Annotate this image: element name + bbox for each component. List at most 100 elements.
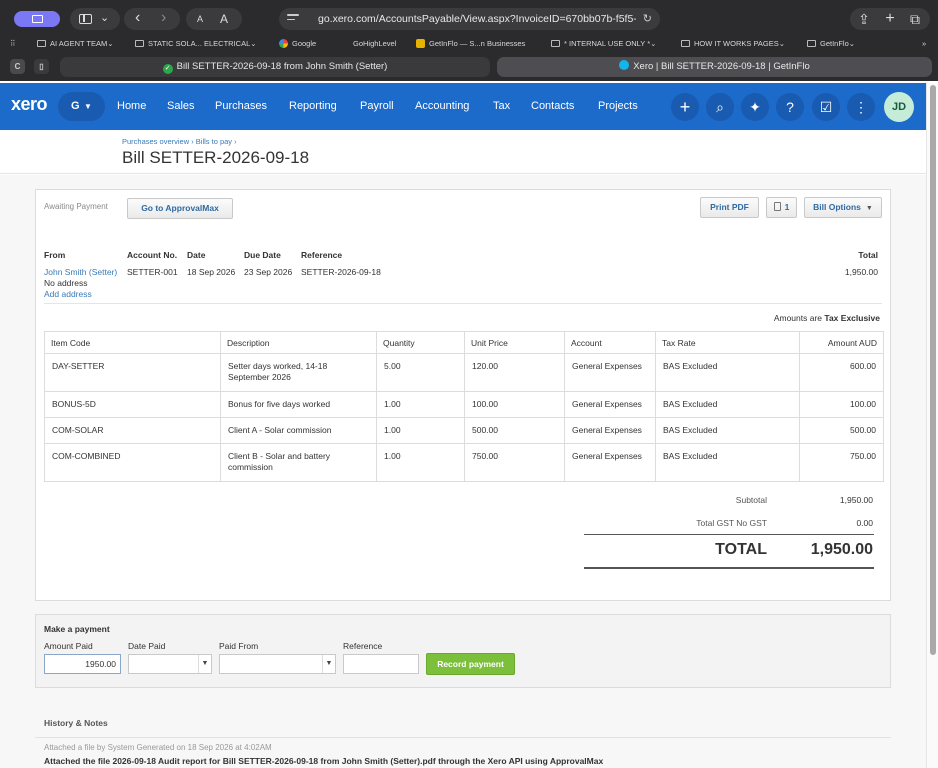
bookmark-internal-use[interactable]: * INTERNAL USE ONLY *⌄: [551, 37, 656, 51]
nav-tax[interactable]: Tax: [493, 83, 510, 130]
col-item-code: Item Code: [44, 331, 221, 354]
bookmark-gohighlevel[interactable]: GoHighLevel: [353, 37, 396, 51]
page-scrollbar[interactable]: [926, 83, 938, 768]
url-text: go.xero.com/AccountsPayable/View.aspx?In…: [318, 13, 636, 25]
tab-strip: C ▯ ✓ Bill SETTER-2026-09-18 from John Sm…: [0, 53, 938, 81]
address-bar[interactable]: go.xero.com/AccountsPayable/View.aspx?In…: [279, 8, 660, 30]
tab-bill-email[interactable]: ✓ Bill SETTER-2026-09-18 from John Smith …: [60, 57, 490, 77]
search-icon[interactable]: ⌕: [706, 93, 734, 121]
bookmarks-overflow-icon[interactable]: »: [922, 37, 926, 51]
screen-share-indicator[interactable]: [14, 11, 60, 27]
date-header: Date: [187, 250, 206, 260]
new-tab-icon[interactable]: +: [878, 8, 902, 30]
reload-icon[interactable]: ↻: [643, 8, 652, 30]
table-row: BONUS-5D Bonus for five days worked 1.00…: [44, 390, 884, 419]
nav-payroll[interactable]: Payroll: [360, 83, 394, 130]
bookmark-static-sola[interactable]: STATIC SOLA... ELECTRICAL⌄: [135, 37, 257, 51]
due-date-header: Due Date: [244, 250, 281, 260]
bookmark-label: GetInFlo: [820, 39, 849, 48]
more-options-icon[interactable]: ⋮: [847, 93, 875, 121]
unit-price-cell: 100.00: [464, 390, 565, 419]
tax-rate-cell: BAS Excluded: [655, 353, 800, 392]
sidebar-toggle-button[interactable]: ⌄: [70, 8, 120, 30]
col-description: Description: [220, 331, 377, 354]
tab-lock-icon[interactable]: ▯: [34, 59, 49, 74]
nav-accounting[interactable]: Accounting: [415, 83, 469, 130]
back-button[interactable]: ‹: [135, 7, 140, 29]
getinflo-icon: [416, 39, 425, 48]
nav-sales[interactable]: Sales: [167, 83, 195, 130]
payment-panel: Make a payment Amount Paid Date Paid Pai…: [35, 614, 891, 688]
copies-count: 1: [784, 202, 790, 212]
apps-grid-icon[interactable]: ⠿: [10, 37, 16, 51]
nav-home[interactable]: Home: [117, 83, 146, 130]
help-icon[interactable]: ?: [776, 93, 804, 121]
nav-reporting[interactable]: Reporting: [289, 83, 337, 130]
bookmark-getinflo-businesses[interactable]: GetInFlo — S...n Businesses: [416, 37, 525, 51]
chevron-down-icon: ⌄: [100, 12, 110, 24]
org-initial: G: [71, 100, 80, 112]
reference-header: Reference: [301, 250, 343, 260]
payment-reference-input[interactable]: [343, 654, 419, 674]
notes-icon[interactable]: ☑: [812, 93, 840, 121]
bookmark-google[interactable]: Google: [279, 37, 316, 51]
bookmark-getinflo[interactable]: GetInFlo⌄: [807, 37, 855, 51]
col-account: Account: [564, 331, 656, 354]
xero-logo[interactable]: xero: [11, 94, 48, 115]
copies-button[interactable]: 1: [766, 197, 797, 218]
user-avatar[interactable]: JD: [884, 92, 914, 122]
amount-paid-input[interactable]: 1950.00: [44, 654, 121, 674]
scrollbar-thumb[interactable]: [930, 85, 936, 655]
xero-favicon-icon: [619, 60, 630, 70]
nav-purchases[interactable]: Purchases: [215, 83, 267, 130]
create-new-icon[interactable]: +: [671, 93, 699, 121]
page-settings-icon[interactable]: [287, 14, 299, 24]
account-no-value: SETTER-001: [127, 267, 178, 277]
increase-font-button[interactable]: A: [220, 8, 228, 30]
col-amount: Amount AUD: [799, 331, 884, 354]
tab-overview-icon[interactable]: ⧉: [903, 8, 927, 30]
decrease-font-button[interactable]: A: [197, 8, 203, 30]
nav-projects[interactable]: Projects: [598, 83, 638, 130]
unit-price-cell: 500.00: [464, 417, 565, 445]
record-payment-button[interactable]: Record payment: [426, 653, 515, 675]
ai-assistant-icon[interactable]: ✦: [741, 93, 769, 121]
copy-icon: [773, 202, 781, 211]
col-tax-rate: Tax Rate: [655, 331, 800, 354]
folder-icon: [807, 40, 816, 47]
bookmark-how-it-works[interactable]: HOW IT WORKS PAGES⌄: [681, 37, 785, 51]
tax-rate-cell: BAS Excluded: [655, 417, 800, 445]
dropdown-arrow-icon[interactable]: ▼: [198, 655, 211, 673]
forward-button[interactable]: ›: [161, 7, 166, 29]
description-cell: Setter days worked, 14-18 September 2026: [220, 353, 377, 392]
subtotal-label: Subtotal: [735, 495, 767, 505]
add-address-link[interactable]: Add address: [44, 289, 92, 299]
payment-reference-label: Reference: [343, 641, 383, 651]
bookmark-ai-agent-team[interactable]: AI AGENT TEAM⌄: [37, 37, 114, 51]
bookmark-label: GetInFlo — S...n Businesses: [429, 39, 526, 48]
nav-contacts[interactable]: Contacts: [531, 83, 574, 130]
caret-down-icon: ▼: [865, 205, 873, 212]
print-pdf-button[interactable]: Print PDF: [700, 197, 759, 218]
quantity-cell: 5.00: [376, 353, 465, 392]
share-icon[interactable]: ⇪: [852, 8, 876, 30]
tax-mode-value: Tax Exclusive: [824, 313, 880, 323]
bill-options-button[interactable]: Bill Options ▼: [804, 197, 882, 218]
tab-xero-bill[interactable]: Xero | Bill SETTER-2026-09-18 | GetInFlo: [497, 57, 932, 77]
no-address-text: No address: [44, 278, 88, 288]
subtotal-value: 1,950.00: [839, 495, 873, 505]
dropdown-arrow-icon[interactable]: ▼: [322, 655, 335, 673]
approvalmax-button[interactable]: Go to ApprovalMax: [127, 198, 233, 219]
total-bottom-rule: [584, 567, 874, 569]
tab-group-badge[interactable]: C: [10, 59, 25, 74]
item-code-cell: COM-COMBINED: [44, 443, 221, 483]
amount-cell: 600.00: [799, 353, 884, 392]
org-switcher-button[interactable]: G ▼: [58, 92, 105, 121]
paid-from-select[interactable]: ▼: [219, 654, 336, 674]
history-nav-group: ‹ ›: [124, 8, 180, 30]
breadcrumb[interactable]: Purchases overview › Bills to pay ›: [122, 137, 237, 146]
folder-icon: [135, 40, 144, 47]
contact-link[interactable]: John Smith (Setter): [44, 267, 117, 277]
gst-value: 0.00: [856, 518, 873, 528]
date-paid-input[interactable]: ▼: [128, 654, 212, 674]
